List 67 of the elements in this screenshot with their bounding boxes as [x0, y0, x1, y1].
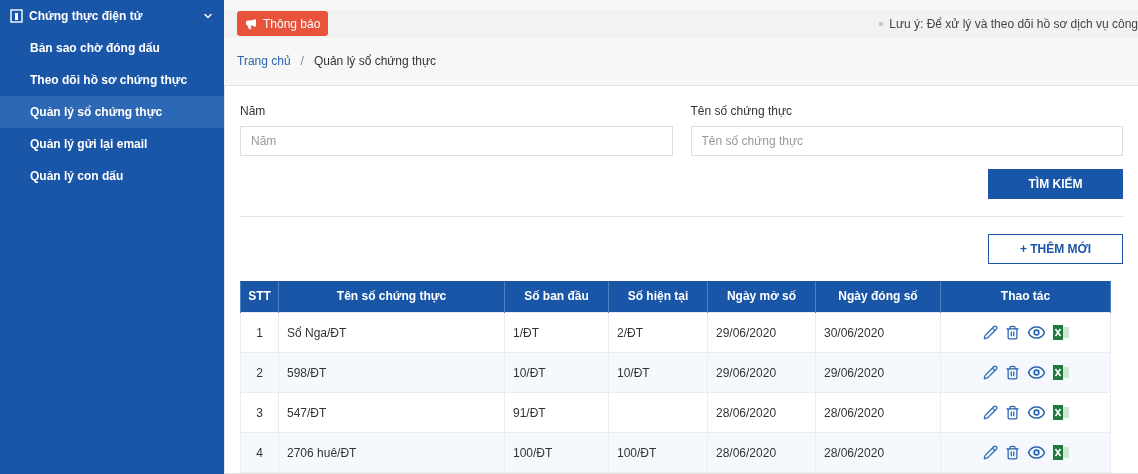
- column-header: Số hiện tại: [608, 280, 708, 313]
- add-button[interactable]: + THÊM MỚI: [988, 233, 1123, 264]
- table-cell: 28/06/2020: [716, 445, 777, 460]
- field-label: Năm: [240, 102, 267, 120]
- view-icon[interactable]: [1026, 323, 1046, 342]
- sidebar-item[interactable]: Bản sao chờ đóng dấu: [0, 32, 224, 64]
- table-cell: 29/06/2020: [716, 325, 777, 340]
- column-header: Ngày mở số: [707, 280, 816, 313]
- document-icon: [10, 9, 23, 23]
- sidebar-group[interactable]: Chứng thực điện tử: [0, 0, 224, 32]
- sidebar-item[interactable]: Quản lý con dấu: [0, 160, 224, 192]
- sidebar-group-label: Chứng thực điện tử: [29, 8, 144, 25]
- delete-icon[interactable]: [1004, 325, 1020, 340]
- table-cell: 29/06/2020: [716, 365, 777, 380]
- table-cell: 598/ĐT: [287, 365, 327, 380]
- table-cell: 1/ĐT: [513, 325, 539, 340]
- spreadsheet-icon[interactable]: [1052, 405, 1069, 420]
- table-cell: 10/ĐT: [617, 365, 650, 380]
- column-header: Ngày đóng số: [815, 280, 941, 313]
- breadcrumb-separator: /: [300, 53, 304, 71]
- column-header: STT: [240, 280, 279, 313]
- edit-icon[interactable]: [982, 405, 998, 420]
- view-icon[interactable]: [1026, 443, 1046, 462]
- table-cell: 1: [256, 325, 263, 340]
- table-cell: 547/ĐT: [287, 405, 327, 420]
- sidebar-item[interactable]: Theo dõi hồ sơ chứng thực: [0, 64, 224, 96]
- view-icon[interactable]: [1026, 363, 1046, 382]
- table-cell: 28/06/2020: [716, 405, 777, 420]
- delete-icon[interactable]: [1004, 405, 1020, 420]
- delete-icon[interactable]: [1004, 365, 1020, 380]
- table-cell: 4: [256, 445, 263, 460]
- sidebar-item[interactable]: Quản lý sổ chứng thực: [0, 96, 224, 128]
- table-cell: 29/06/2020: [824, 365, 885, 380]
- input-field[interactable]: Tên số chứng thực: [690, 125, 1123, 156]
- table-cell: 10/ĐT: [513, 365, 546, 380]
- field-label: Tên số chứng thực: [690, 102, 793, 120]
- table-cell: 28/06/2020: [824, 405, 885, 420]
- table-cell: 28/06/2020: [824, 445, 885, 460]
- edit-icon[interactable]: [982, 445, 998, 460]
- table-cell: 2/ĐT: [617, 325, 643, 340]
- spreadsheet-icon[interactable]: [1052, 365, 1069, 380]
- edit-icon[interactable]: [982, 365, 998, 380]
- edit-icon[interactable]: [982, 325, 998, 340]
- megaphone-icon: [245, 17, 257, 30]
- sidebar-item[interactable]: Quản lý gửi lại email: [0, 128, 224, 160]
- search-button[interactable]: TÌM KIẾM: [988, 168, 1123, 199]
- column-header: Thao tác: [940, 280, 1111, 313]
- table-cell: 30/06/2020: [824, 325, 885, 340]
- spreadsheet-icon[interactable]: [1052, 325, 1069, 340]
- breadcrumb-current: Quản lý sổ chứng thực: [313, 53, 437, 71]
- notice-badge[interactable]: Thông báo: [237, 11, 329, 37]
- delete-icon[interactable]: [1004, 445, 1020, 460]
- table-cell: Sổ Nga/ĐT: [287, 325, 347, 340]
- column-header: Số ban đầu: [504, 280, 609, 313]
- spreadsheet-icon[interactable]: [1052, 445, 1069, 460]
- view-icon[interactable]: [1026, 403, 1046, 422]
- table-cell: 2706 huê/ĐT: [287, 445, 357, 460]
- table-cell: 100/ĐT: [513, 445, 553, 460]
- column-header: Tên số chứng thực: [278, 280, 505, 313]
- bullet-icon: [879, 21, 884, 26]
- table-cell: 3: [256, 405, 263, 420]
- table-cell: 2: [256, 365, 263, 380]
- breadcrumb-link[interactable]: Trang chủ: [237, 52, 291, 71]
- table-cell: 100/ĐT: [617, 445, 657, 460]
- table-cell: 91/ĐT: [513, 405, 546, 420]
- input-field[interactable]: Năm: [240, 125, 673, 156]
- notice-text: Lưu ý: Để xử lý và theo dõi hồ sơ dịch vụ công: [889, 15, 1138, 33]
